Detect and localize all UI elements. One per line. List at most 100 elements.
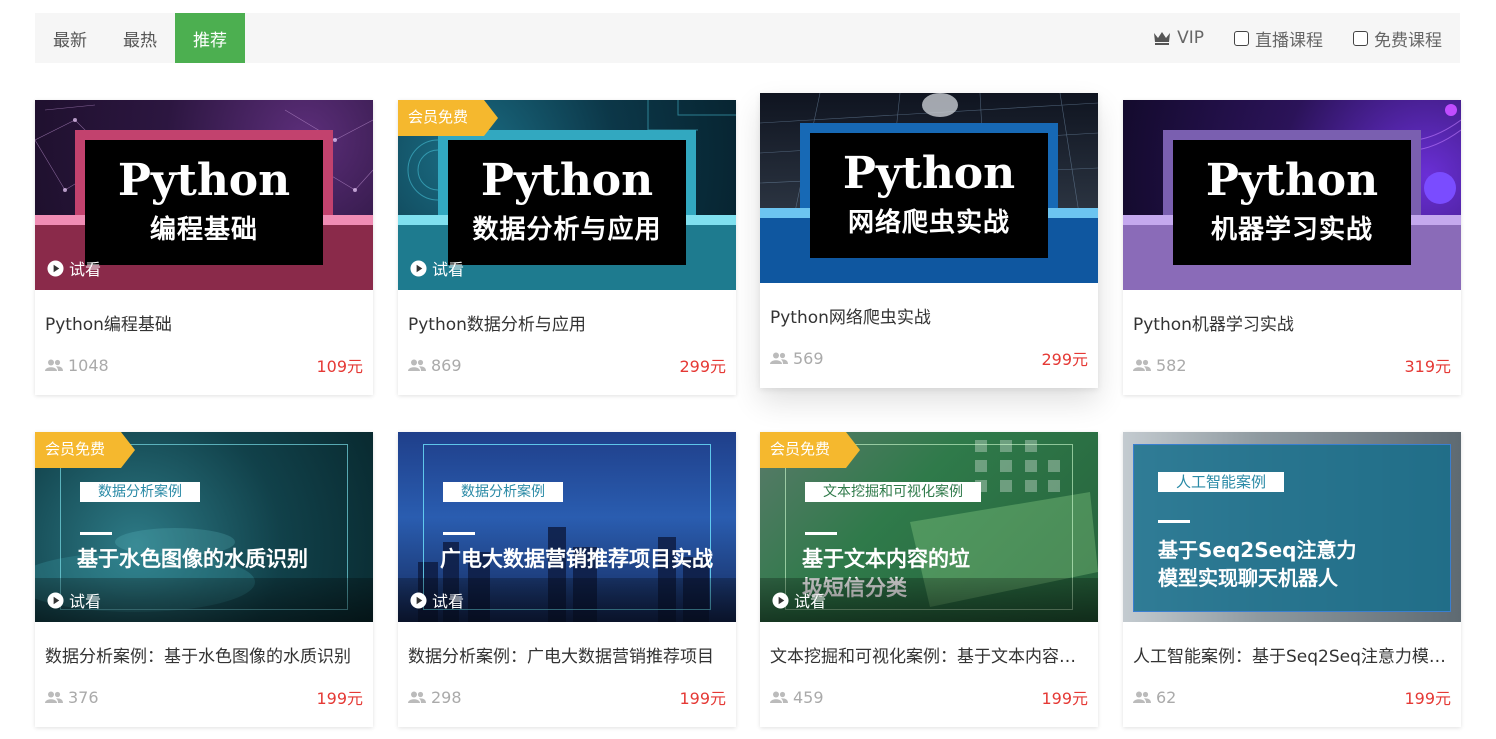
trial-label: 试看 bbox=[432, 260, 465, 279]
course-title[interactable]: Python编程基础 bbox=[45, 310, 363, 335]
users-icon bbox=[1133, 691, 1151, 703]
student-count-value: 298 bbox=[431, 687, 462, 707]
cover-title: Python bbox=[117, 155, 291, 206]
users-icon bbox=[1133, 359, 1151, 371]
course-cover: Python 机器学习实战 bbox=[1123, 100, 1461, 290]
filter-options: VIP 直播课程 免费课程 bbox=[1153, 26, 1460, 51]
filter-bar: 最新 最热 推荐 VIP 直播课程 免费课程 bbox=[35, 13, 1460, 63]
trial-label: 试看 bbox=[432, 592, 465, 611]
student-count: 459 bbox=[770, 688, 824, 707]
student-count: 1048 bbox=[45, 356, 109, 375]
free-course-checkbox[interactable] bbox=[1353, 30, 1368, 46]
vip-filter[interactable]: VIP bbox=[1153, 28, 1204, 48]
play-icon bbox=[410, 591, 427, 609]
cover-tag: 人工智能案例 bbox=[1158, 472, 1285, 492]
free-course-label: 免费课程 bbox=[1374, 30, 1442, 51]
users-icon bbox=[45, 691, 63, 703]
student-count: 569 bbox=[770, 349, 824, 368]
cover-subtitle: 机器学习实战 bbox=[1210, 215, 1373, 245]
sort-tabs: 最新 最热 推荐 bbox=[35, 13, 245, 63]
trial-button[interactable]: 试看 bbox=[398, 578, 736, 622]
play-icon bbox=[772, 591, 789, 609]
course-card[interactable]: Python 编程基础 试看 Python编程基础 1048 109元 bbox=[35, 100, 373, 395]
course-title[interactable]: Python网络爬虫实战 bbox=[770, 303, 1088, 328]
play-icon bbox=[410, 259, 427, 277]
cover-subtitle: 编程基础 bbox=[149, 215, 258, 245]
trial-button[interactable]: 试看 bbox=[35, 246, 373, 290]
trial-button[interactable]: 试看 bbox=[760, 578, 1098, 622]
course-card[interactable]: 文本挖掘和可视化案例 基于文本内容的垃圾短信分类 会员免费 试看 文本挖掘和可视… bbox=[760, 432, 1098, 727]
play-icon bbox=[47, 259, 64, 277]
student-count: 62 bbox=[1133, 688, 1176, 707]
cover-title-box: Python 网络爬虫实战 bbox=[810, 133, 1048, 258]
price: 299元 bbox=[679, 357, 726, 376]
users-icon bbox=[45, 359, 63, 371]
users-icon bbox=[408, 691, 426, 703]
price: 319元 bbox=[1404, 357, 1451, 376]
course-cover: Python 网络爬虫实战 bbox=[760, 93, 1098, 283]
course-title[interactable]: Python数据分析与应用 bbox=[408, 310, 726, 335]
price: 199元 bbox=[316, 689, 363, 708]
cover-title-box: Python 机器学习实战 bbox=[1173, 140, 1411, 265]
trial-button[interactable]: 试看 bbox=[398, 246, 736, 290]
vip-free-label: 会员免费 bbox=[45, 440, 106, 458]
crown-icon bbox=[1154, 32, 1171, 45]
live-course-filter[interactable]: 直播课程 bbox=[1234, 26, 1323, 51]
course-card[interactable]: 人工智能案例 基于Seq2Seq注意力模型实现聊天机器人 人工智能案例：基于Se… bbox=[1123, 432, 1461, 727]
course-card[interactable]: Python 机器学习实战 Python机器学习实战 582 319元 bbox=[1123, 100, 1461, 395]
free-course-filter[interactable]: 免费课程 bbox=[1353, 26, 1442, 51]
cover-title: Python bbox=[842, 148, 1016, 199]
student-count: 869 bbox=[408, 356, 462, 375]
price: 199元 bbox=[679, 689, 726, 708]
student-count-value: 582 bbox=[1156, 355, 1187, 375]
cover-title: 基于Seq2Seq注意力模型实现聊天机器人 bbox=[1158, 538, 1357, 590]
course-cover: Python 数据分析与应用 会员免费 试看 bbox=[398, 100, 736, 290]
price: 299元 bbox=[1041, 350, 1088, 369]
live-course-checkbox[interactable] bbox=[1234, 30, 1249, 46]
course-title[interactable]: 数据分析案例：广电大数据营销推荐项目 bbox=[408, 642, 726, 667]
course-title[interactable]: 数据分析案例：基于水色图像的水质识别 bbox=[45, 642, 363, 667]
course-title[interactable]: 人工智能案例：基于Seq2Seq注意力模… bbox=[1133, 642, 1451, 667]
course-cover: Python 编程基础 试看 bbox=[35, 100, 373, 290]
users-icon bbox=[408, 359, 426, 371]
course-title[interactable]: 文本挖掘和可视化案例：基于文本内容… bbox=[770, 642, 1088, 667]
course-cover: 人工智能案例 基于Seq2Seq注意力模型实现聊天机器人 bbox=[1123, 432, 1461, 622]
play-icon bbox=[47, 591, 64, 609]
cover-subtitle: 数据分析与应用 bbox=[472, 215, 662, 245]
price: 199元 bbox=[1404, 689, 1451, 708]
cover-tag: 数据分析案例 bbox=[80, 482, 200, 502]
student-count: 298 bbox=[408, 688, 462, 707]
course-card[interactable]: Python 数据分析与应用 会员免费 试看 Python数据分析与应用 869… bbox=[398, 100, 736, 395]
cover-subtitle: 网络爬虫实战 bbox=[847, 208, 1010, 238]
student-count: 582 bbox=[1133, 356, 1187, 375]
cover-title: Python bbox=[1205, 155, 1379, 206]
tab-newest[interactable]: 最新 bbox=[35, 13, 105, 63]
trial-label: 试看 bbox=[69, 260, 102, 279]
course-cover: 数据分析案例 广电大数据营销推荐项目实战 试看 bbox=[398, 432, 736, 622]
tab-hottest[interactable]: 最热 bbox=[105, 13, 175, 63]
live-course-label: 直播课程 bbox=[1255, 30, 1323, 51]
cover-title: 广电大数据营销推荐项目实战 bbox=[440, 547, 713, 571]
course-cover: 数据分析案例 基于水色图像的水质识别 会员免费 试看 bbox=[35, 432, 373, 622]
course-card[interactable]: 数据分析案例 基于水色图像的水质识别 会员免费 试看 数据分析案例：基于水色图像… bbox=[35, 432, 373, 727]
course-title[interactable]: Python机器学习实战 bbox=[1133, 310, 1451, 335]
course-card[interactable]: Python 网络爬虫实战 Python网络爬虫实战 569 299元 bbox=[760, 93, 1098, 388]
tab-recommended[interactable]: 推荐 bbox=[175, 13, 245, 63]
cover-tag: 文本挖掘和可视化案例 bbox=[805, 482, 981, 502]
vip-free-badge: 会员免费 bbox=[760, 432, 868, 468]
student-count-value: 1048 bbox=[68, 355, 109, 375]
student-count-value: 569 bbox=[793, 348, 824, 368]
student-count: 376 bbox=[45, 688, 99, 707]
price: 199元 bbox=[1041, 689, 1088, 708]
vip-free-badge: 会员免费 bbox=[398, 100, 506, 136]
vip-free-label: 会员免费 bbox=[408, 108, 469, 126]
student-count-value: 869 bbox=[431, 355, 462, 375]
trial-button[interactable]: 试看 bbox=[35, 578, 373, 622]
users-icon bbox=[770, 691, 788, 703]
course-card[interactable]: 数据分析案例 广电大数据营销推荐项目实战 试看 数据分析案例：广电大数据营销推荐… bbox=[398, 432, 736, 727]
price: 109元 bbox=[316, 357, 363, 376]
trial-label: 试看 bbox=[69, 592, 102, 611]
vip-filter-label: VIP bbox=[1177, 28, 1204, 48]
course-cover: 文本挖掘和可视化案例 基于文本内容的垃圾短信分类 会员免费 试看 bbox=[760, 432, 1098, 622]
cover-title: Python bbox=[480, 155, 654, 206]
